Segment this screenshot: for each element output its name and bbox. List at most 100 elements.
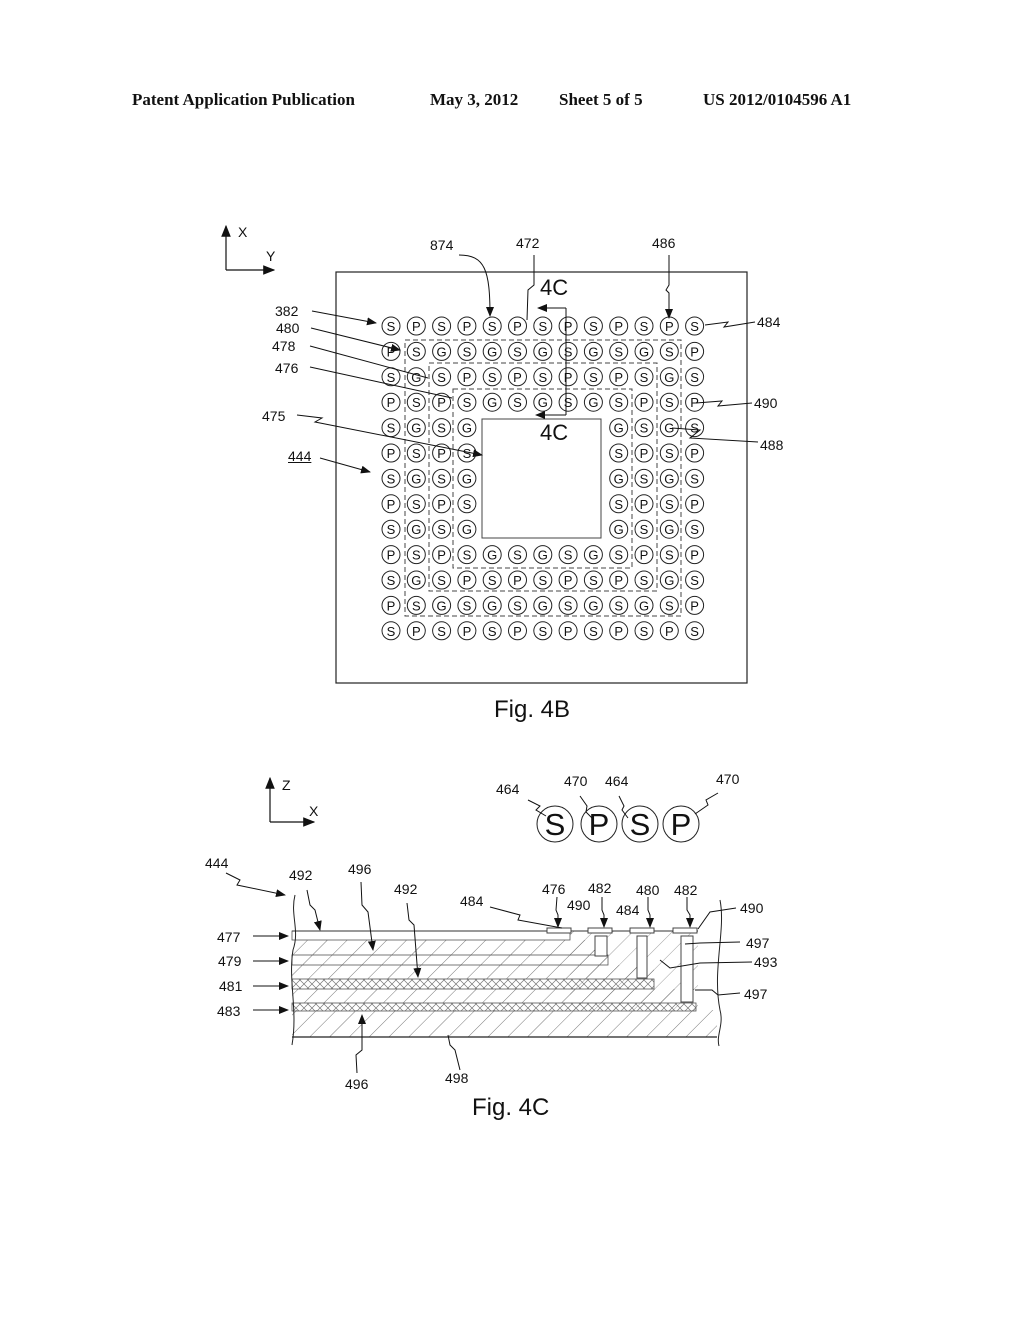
ball-p: P (457, 316, 477, 336)
svg-text:G: G (462, 471, 472, 486)
svg-text:S: S (488, 573, 497, 588)
svg-text:S: S (614, 446, 623, 461)
svg-text:S: S (412, 446, 421, 461)
ball-p: P (457, 367, 477, 387)
ball-s: S (634, 316, 654, 336)
ball-p: P (381, 545, 401, 565)
ball-p: P (558, 367, 578, 387)
ball-p: P (432, 494, 452, 514)
ball-p: P (432, 545, 452, 565)
svg-text:S: S (614, 344, 623, 359)
ball-p: P (508, 316, 527, 336)
svg-text:S: S (614, 395, 623, 410)
ball-g: G (583, 595, 603, 615)
svg-text:S: S (640, 421, 649, 436)
ball-s: S (685, 316, 705, 336)
ball-s: S (609, 392, 629, 412)
svg-text:G: G (487, 344, 497, 359)
ball-g: G (659, 367, 679, 387)
ball-p: P (685, 545, 705, 565)
layer-477 (291, 930, 571, 941)
svg-text:G: G (487, 395, 497, 410)
svg-text:S: S (665, 598, 674, 613)
svg-text:S: S (538, 624, 547, 639)
ball-p: P (685, 494, 705, 514)
ball-p: P (634, 392, 654, 412)
ball-p: P (457, 570, 477, 590)
svg-text:S: S (437, 573, 446, 588)
ball-g: G (609, 418, 629, 438)
ball-p: P (508, 570, 527, 590)
svg-text:G: G (437, 598, 447, 613)
axis-label-z: Z (282, 777, 291, 793)
ball-s: S (381, 418, 401, 438)
svg-text:G: G (437, 344, 447, 359)
svg-text:S: S (387, 370, 396, 385)
svg-text:P: P (387, 497, 396, 512)
ball-s: S (406, 341, 426, 361)
svg-text:P: P (513, 573, 522, 588)
ball-s: S (533, 621, 553, 641)
svg-text:S: S (564, 344, 573, 359)
ball-p: P (685, 443, 705, 463)
ball-s: S (457, 494, 477, 514)
ball-s: S (634, 468, 654, 488)
svg-text:P: P (690, 598, 699, 613)
section-label-4c-bottom: 4C (540, 420, 569, 445)
ball-g: G (659, 418, 679, 438)
svg-text:P: P (412, 319, 421, 334)
ball-s: S (508, 392, 527, 412)
ball-s: S (432, 570, 452, 590)
ball-g: G (583, 392, 603, 412)
ref-484: 484 (757, 314, 781, 330)
ball-s: S (685, 468, 705, 488)
svg-text:S: S (412, 344, 421, 359)
ball-g: G (533, 392, 553, 412)
ref-496a: 496 (348, 861, 372, 877)
svg-text:S: S (463, 497, 472, 512)
svg-text:P: P (640, 446, 649, 461)
ball-s: S (508, 545, 527, 565)
via-493 (636, 935, 648, 979)
svg-text:S: S (437, 471, 446, 486)
ball-g: G (609, 519, 629, 539)
ball-s: S (583, 367, 603, 387)
svg-text:S: S (387, 421, 396, 436)
pad-480 (629, 927, 655, 934)
ball-p: P (558, 570, 578, 590)
svg-text:S: S (564, 598, 573, 613)
svg-text:P: P (437, 548, 446, 563)
fig-4b-caption: Fig. 4B (494, 696, 571, 723)
svg-text:G: G (487, 598, 497, 613)
ball-s: S (583, 570, 603, 590)
ball-s: S (533, 367, 553, 387)
ball-s: S (406, 443, 426, 463)
svg-text:S: S (513, 344, 522, 359)
ball-p: P (406, 316, 426, 336)
ball-g: G (432, 341, 452, 361)
svg-text:S: S (538, 370, 547, 385)
ball-p: P (609, 570, 629, 590)
ball-g: G (634, 595, 654, 615)
legend-ref-470b: 470 (716, 771, 740, 787)
svg-text:S: S (589, 319, 598, 334)
ref-478: 478 (272, 338, 296, 354)
ball-g: G (482, 392, 502, 412)
ref-498: 498 (445, 1070, 469, 1086)
svg-text:S: S (640, 624, 649, 639)
svg-text:S: S (589, 370, 598, 385)
svg-text:P: P (690, 548, 699, 563)
ball-s: S (406, 494, 426, 514)
ball-s: S (634, 418, 654, 438)
ball-s: S (482, 367, 502, 387)
fig-4c-caption: Fig. 4C (472, 1094, 550, 1121)
ball-p: P (659, 621, 679, 641)
svg-text:P: P (690, 344, 699, 359)
ball-g: G (659, 468, 679, 488)
ball-s: S (457, 595, 477, 615)
ball-g: G (482, 545, 502, 565)
ref-490b: 490 (740, 900, 764, 916)
ball-legend: SPSP (536, 805, 700, 843)
ball-s: S (659, 494, 679, 514)
ball-g: G (533, 595, 553, 615)
